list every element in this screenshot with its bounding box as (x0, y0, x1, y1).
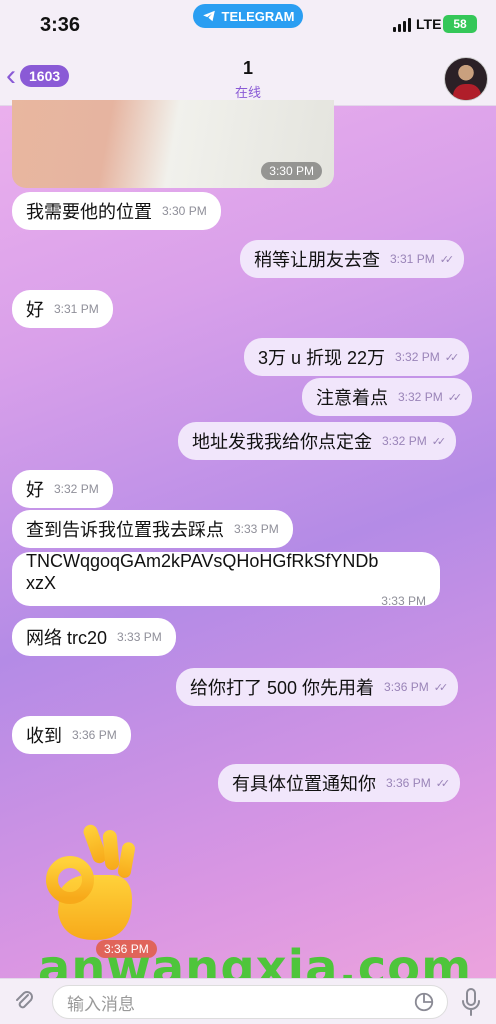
message-text: 网络 trc20 (26, 628, 108, 648)
ok-hand-icon[interactable] (40, 820, 150, 945)
message-incoming[interactable]: 收到 3:36 PM (12, 716, 131, 754)
chat-title[interactable]: 1 (0, 58, 496, 79)
message-time: 3:32 PM (395, 350, 440, 364)
message-time: 3:32 PM (398, 390, 443, 404)
message-text: 稍等让朋友去查 (254, 250, 380, 270)
online-status: 在线 (234, 85, 261, 100)
message-time: 3:33 PM (234, 522, 279, 536)
message-text: 我需要他的位置 (26, 202, 152, 222)
message-outgoing[interactable]: 给你打了 500 你先用着 3:36 PM ✓✓ (176, 668, 459, 706)
battery-level: 58 (453, 17, 467, 31)
double-check-icon: ✓✓ (431, 435, 447, 448)
message-incoming[interactable]: 好 3:31 PM (12, 290, 113, 328)
message-time: 3:33 PM (381, 594, 426, 608)
message-outgoing[interactable]: 稍等让朋友去查 3:31 PM ✓✓ (240, 240, 465, 278)
message-incoming[interactable]: TNCWqgoqGAm2kPAVsQHoHGfRkSfYNDbxzX 3:33 … (12, 551, 440, 608)
chat-header: ‹ 1603 1 在线 (0, 50, 496, 106)
status-bar: 3:36 TELEGRAM LTE 58 (0, 0, 496, 50)
message-text: 给你打了 500 你先用着 (190, 678, 375, 698)
message-time: 3:32 PM (382, 434, 427, 448)
telegram-pill-label: TELEGRAM (221, 8, 295, 24)
message-text: 有具体位置通知你 (232, 774, 376, 794)
double-check-icon: ✓✓ (444, 351, 460, 364)
message-input-placeholder: 输入消息 (67, 994, 135, 1014)
message-time: 3:33 PM (117, 630, 162, 644)
message-outgoing[interactable]: 3万 u 折现 22万 3:32 PM ✓✓ (244, 338, 470, 376)
telegram-icon (202, 10, 215, 22)
message-incoming[interactable]: 网络 trc20 3:33 PM (12, 618, 176, 656)
double-check-icon: ✓✓ (435, 777, 451, 790)
message-incoming[interactable]: 查到告诉我位置我去踩点 3:33 PM (12, 510, 293, 548)
message-time: 3:31 PM (54, 302, 99, 316)
avatar[interactable] (444, 57, 488, 101)
message-text: 注意着点 (316, 388, 388, 408)
photo-timestamp: 3:30 PM (261, 162, 322, 180)
message-time: 3:30 PM (162, 204, 207, 218)
double-check-icon: ✓✓ (447, 391, 463, 404)
signal-icon (393, 18, 411, 32)
message-text: 地址发我我给你点定金 (192, 432, 372, 452)
message-time: 3:36 PM (384, 680, 429, 694)
message-text: 好 (26, 480, 44, 500)
message-text: 3万 u 折现 22万 (258, 348, 386, 368)
message-text: 好 (26, 300, 44, 320)
message-time: 3:32 PM (54, 482, 99, 496)
telegram-pill[interactable]: TELEGRAM (193, 4, 303, 28)
message-composer: 输入消息 (0, 978, 496, 1024)
message-time: 3:36 PM (386, 776, 431, 790)
message-incoming[interactable]: 我需要他的位置 3:30 PM (12, 192, 221, 230)
battery-icon: 58 (443, 15, 477, 33)
network-label: LTE (416, 16, 442, 32)
double-check-icon: ✓✓ (439, 253, 455, 266)
message-text: 收到 (26, 726, 62, 746)
microphone-icon[interactable] (458, 987, 484, 1017)
message-time: 3:31 PM (390, 252, 435, 266)
message-outgoing[interactable]: 有具体位置通知你 3:36 PM ✓✓ (218, 764, 461, 802)
photo-message[interactable]: 3:30 PM (12, 100, 334, 188)
double-check-icon: ✓✓ (433, 681, 449, 694)
message-incoming[interactable]: 好 3:32 PM (12, 470, 113, 508)
message-text: 查到告诉我位置我去踩点 (26, 520, 224, 540)
message-outgoing[interactable]: 地址发我我给你点定金 3:32 PM ✓✓ (178, 422, 457, 460)
message-text: TNCWqgoqGAm2kPAVsQHoHGfRkSfYNDbxzX (26, 551, 379, 593)
message-time: 3:36 PM (72, 728, 117, 742)
message-outgoing[interactable]: 注意着点 3:32 PM ✓✓ (302, 378, 473, 416)
paperclip-icon[interactable] (12, 989, 36, 1013)
clock: 3:36 (40, 14, 81, 36)
sticker-icon[interactable] (413, 991, 435, 1013)
message-input[interactable]: 输入消息 (52, 985, 448, 1019)
